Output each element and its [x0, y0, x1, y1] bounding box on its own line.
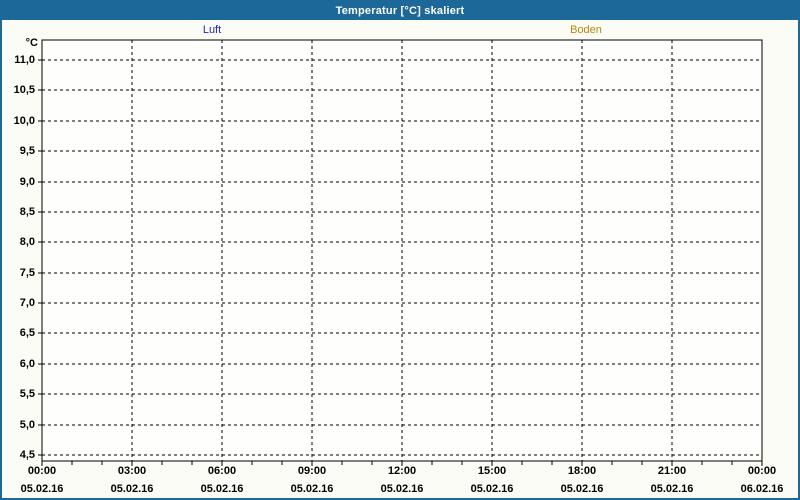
y-tick-label: 5,0: [19, 419, 35, 431]
x-time-label: 18:00: [567, 465, 597, 477]
x-time-label: 21:00: [657, 465, 687, 477]
x-time-label: 09:00: [297, 465, 327, 477]
x-time-label: 15:00: [477, 465, 507, 477]
y-tick-label: 6,0: [19, 358, 35, 370]
y-tick-label: 7,0: [19, 297, 35, 309]
y-tick-label: 8,0: [19, 236, 35, 248]
y-tick-label: 11,0: [14, 54, 35, 66]
x-time-label: 00:00: [27, 465, 57, 477]
y-tick-label: 8,5: [19, 206, 35, 218]
x-date-label: 05.02.16: [20, 483, 64, 495]
x-time-label: 00:00: [747, 465, 777, 477]
x-time-label: 12:00: [387, 465, 417, 477]
y-tick-label: 5,5: [19, 388, 35, 400]
y-tick-label: 10,0: [13, 115, 35, 127]
y-tick-label: 4,5: [19, 449, 35, 461]
x-date-label: 05.02.16: [650, 483, 694, 495]
chart-window: Temperatur [°C] skaliert Luft Boden °C 1…: [0, 0, 800, 500]
x-date-label: 05.02.16: [560, 483, 604, 495]
x-date-label: 06.02.16: [740, 483, 784, 495]
x-date-label: 05.02.16: [470, 483, 514, 495]
y-tick-label: 10,5: [13, 84, 35, 96]
y-tick-label: 9,5: [19, 145, 35, 157]
y-tick-label: 6,5: [19, 327, 35, 339]
plot-area: [38, 39, 763, 466]
x-time-label: 06:00: [207, 465, 237, 477]
x-date-label: 05.02.16: [110, 483, 154, 495]
y-tick-label: 7,5: [19, 267, 35, 279]
x-date-label: 05.02.16: [290, 483, 334, 495]
x-date-label: 05.02.16: [380, 483, 424, 495]
x-date-label: 05.02.16: [200, 483, 244, 495]
y-tick-label: 9,0: [19, 176, 35, 188]
x-time-label: 03:00: [117, 465, 147, 477]
